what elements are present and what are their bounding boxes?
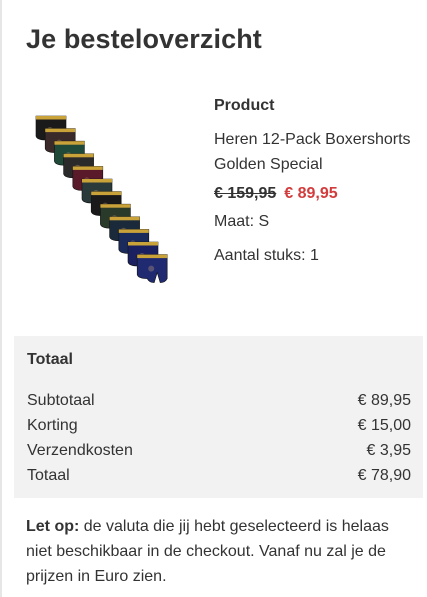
- totals-rows: Subtotaal € 89,95 Korting € 15,00 Verzen…: [27, 388, 411, 488]
- totals-value: € 89,95: [357, 392, 411, 409]
- totals-label: Totaal: [27, 467, 70, 484]
- product-heading: Product: [214, 97, 275, 114]
- price-old: € 159,95: [214, 185, 277, 202]
- price-new: € 89,95: [284, 185, 338, 202]
- totals-label: Subtotaal: [27, 392, 95, 409]
- product-size: Maat: S: [214, 213, 270, 230]
- product-name: Heren 12-Pack Boxershorts Golden Special: [214, 131, 411, 173]
- product-quantity: Aantal stuks: 1: [214, 247, 319, 264]
- page-left-border: [0, 0, 2, 597]
- page-title: Je besteloverzicht: [26, 24, 262, 54]
- currency-note: Let op: de valuta die jij hebt geselecte…: [26, 514, 416, 589]
- note-label: Let op:: [26, 518, 80, 535]
- totals-heading: Totaal: [27, 351, 73, 368]
- totals-panel: Totaal Subtotaal € 89,95 Korting € 15,00…: [14, 336, 423, 498]
- boxer-short: [136, 254, 168, 283]
- totals-value: € 3,95: [366, 442, 411, 459]
- totals-row-subtotal: Subtotaal € 89,95: [27, 388, 411, 413]
- totals-row-shipping: Verzendkosten € 3,95: [27, 438, 411, 463]
- product-info: Product Heren 12-Pack Boxershorts Golden…: [214, 96, 414, 267]
- totals-row-discount: Korting € 15,00: [27, 413, 411, 438]
- note-text: de valuta die jij hebt geselecteerd is h…: [26, 518, 389, 585]
- totals-value: € 15,00: [357, 417, 411, 434]
- totals-value: € 78,90: [357, 467, 411, 484]
- price-row: € 159,95 € 89,95: [214, 183, 414, 205]
- totals-label: Verzendkosten: [27, 442, 133, 459]
- totals-label: Korting: [27, 417, 78, 434]
- totals-row-total: Totaal € 78,90: [27, 463, 411, 488]
- product-image: [35, 115, 168, 283]
